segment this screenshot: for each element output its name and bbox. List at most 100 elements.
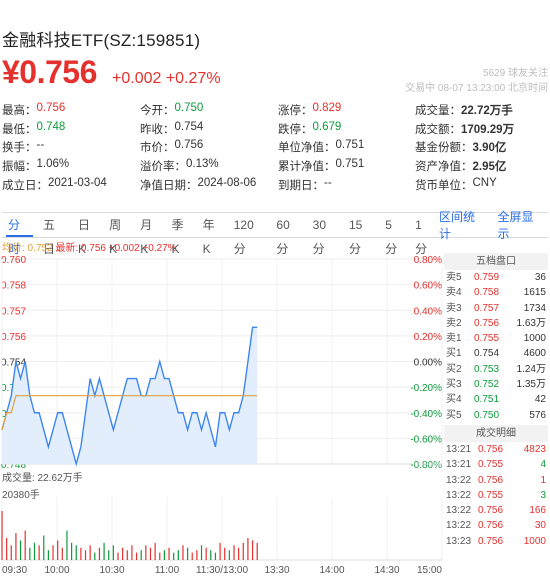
tab-period[interactable]: 年K bbox=[197, 213, 228, 256]
volume-bar bbox=[52, 545, 54, 560]
x-tick-label: 10:30 bbox=[99, 565, 124, 576]
tab-period[interactable]: 1分 bbox=[409, 213, 439, 256]
order-level: 买2 bbox=[446, 363, 462, 375]
fullscreen-button[interactable]: 全屏显示 bbox=[498, 208, 545, 242]
volume-bar bbox=[112, 545, 114, 560]
volume-bar bbox=[75, 545, 77, 560]
volume-bar bbox=[242, 542, 244, 560]
stat-value: 1709.29万 bbox=[461, 123, 515, 136]
order-price: 0.758 bbox=[474, 287, 500, 299]
tab-period[interactable]: 月K bbox=[134, 213, 165, 256]
order-price: 0.754 bbox=[474, 348, 500, 360]
order-volume: 4600 bbox=[523, 348, 546, 360]
stat-label: 成交额： bbox=[415, 123, 461, 136]
volume-bar bbox=[251, 540, 254, 560]
order-price: 0.756 bbox=[474, 317, 500, 329]
trade-list: 13:21 0.756 4823 13:21 0.755 4 13:22 0.756 1 13:2… bbox=[444, 442, 548, 549]
volume-bar bbox=[131, 545, 133, 560]
stat-label: 振幅： bbox=[2, 161, 37, 174]
trade-time: 13:22 bbox=[446, 489, 472, 501]
trade-price: 0.755 bbox=[478, 489, 504, 501]
volume-bar bbox=[149, 547, 152, 560]
stats-row: 最低： 0.748 昨收： 0.754 跌停： 0.679 成交额： 1709.29万 bbox=[2, 120, 548, 139]
tab-period[interactable]: 季K bbox=[165, 213, 196, 256]
volume-bar bbox=[233, 545, 235, 560]
orderbook-row: 买2 0.753 1.24万 bbox=[444, 362, 548, 377]
trade-time: 13:21 bbox=[446, 443, 472, 455]
tab-period[interactable]: 15分 bbox=[343, 213, 379, 256]
orderbook-row: 卖2 0.756 1.63万 bbox=[444, 316, 548, 331]
stat-label: 市价： bbox=[140, 142, 175, 155]
stat-value: 0.829 bbox=[312, 102, 342, 115]
tab-period[interactable]: 5分 bbox=[379, 213, 409, 256]
stat-label: 到期日： bbox=[278, 179, 324, 192]
pct-tick-label: 0.20% bbox=[414, 332, 442, 343]
intraday-chart[interactable]: 0.760 0.80% 0.758 0.60% 0.757 0.40% 0.756 0.20%… bbox=[0, 252, 444, 585]
stat-item: 成交额： 1709.29万 bbox=[415, 121, 548, 137]
volume-bar bbox=[19, 540, 22, 560]
y-tick-label: 0.758 bbox=[1, 281, 26, 292]
stat-item: 市价： 0.756 bbox=[140, 139, 278, 155]
order-level: 买1 bbox=[446, 348, 462, 360]
volume-bar bbox=[191, 552, 193, 560]
pct-tick-label: -0.80% bbox=[410, 460, 442, 471]
trade-time: 13:23 bbox=[446, 535, 472, 547]
stat-label: 今开： bbox=[140, 105, 175, 118]
volume-bar bbox=[33, 542, 36, 560]
order-volume: 1.24万 bbox=[516, 363, 546, 375]
tab-period[interactable]: 分时 bbox=[2, 213, 37, 256]
stat-item: 货币单位： CNY bbox=[415, 177, 548, 193]
order-price: 0.751 bbox=[474, 394, 500, 406]
stat-value: 0.756 bbox=[36, 102, 66, 115]
trade-volume: 4823 bbox=[523, 443, 546, 455]
stats-row: 最高： 0.756 今开： 0.750 涨停： 0.829 成交量： 22.72万手 bbox=[2, 101, 548, 120]
stat-label: 基金份额： bbox=[415, 142, 473, 155]
tab-period[interactable]: 120分 bbox=[228, 213, 271, 256]
trade-time: 13:22 bbox=[446, 505, 472, 517]
trade-price: 0.756 bbox=[478, 535, 504, 547]
follower-count: 5629 球友关注 bbox=[482, 68, 548, 79]
tab-period[interactable]: 30分 bbox=[307, 213, 343, 256]
trade-row: 13:23 0.756 1000 bbox=[444, 534, 548, 549]
order-level: 卖2 bbox=[446, 317, 462, 329]
y-tick-label: 0.754 bbox=[1, 358, 26, 369]
stat-value: 0.751 bbox=[335, 158, 365, 171]
volume-bar bbox=[43, 535, 45, 560]
volume-bar bbox=[247, 537, 249, 560]
order-price: 0.757 bbox=[474, 302, 500, 314]
volume-bar bbox=[219, 542, 221, 560]
tab-period[interactable]: 周K bbox=[103, 213, 134, 256]
tab-period[interactable]: 60分 bbox=[270, 213, 306, 256]
pct-tick-label: 0.40% bbox=[414, 306, 442, 317]
pct-tick-label: 0.60% bbox=[414, 281, 442, 292]
stat-item: 成交量： 22.72万手 bbox=[415, 102, 548, 118]
orderbook-row: 买5 0.750 576 bbox=[444, 408, 548, 423]
stat-item: 涨停： 0.829 bbox=[278, 102, 415, 118]
current-price: ¥0.756 bbox=[2, 54, 97, 90]
stat-item: 跌停： 0.679 bbox=[278, 121, 415, 137]
volume-bar bbox=[168, 547, 170, 560]
period-tabs: 分时 五日 日K 周K 月K 季K 年K 120分 60分 30分 15分 5分 1分 区间统计 全屏显… bbox=[2, 210, 548, 256]
x-tick-label: 15:00 bbox=[417, 565, 442, 576]
stat-item: 成立日： 2021-03-04 bbox=[2, 177, 140, 193]
stat-label: 换手： bbox=[2, 142, 37, 155]
volume-bar bbox=[89, 545, 91, 560]
tab-period[interactable]: 日K bbox=[72, 213, 103, 256]
market-meta: 5629 球友关注 交易中 08-07 13:23:00 北京时间 bbox=[405, 66, 548, 96]
stat-value: 0.750 bbox=[174, 102, 204, 115]
volume-bar bbox=[154, 542, 156, 560]
volume-bar bbox=[10, 545, 12, 560]
volume-bar bbox=[256, 542, 258, 560]
tab-period[interactable]: 五日 bbox=[37, 213, 72, 256]
volume-bar bbox=[159, 552, 161, 560]
volume-bar bbox=[57, 540, 59, 560]
orderbook-row: 卖3 0.757 1734 bbox=[444, 301, 548, 316]
volume-bar bbox=[173, 552, 175, 560]
orderbook-row: 卖5 0.759 36 bbox=[444, 270, 548, 285]
range-stats-button[interactable]: 区间统计 bbox=[439, 208, 486, 242]
volume-bar bbox=[214, 552, 217, 560]
volume-bar bbox=[98, 547, 101, 560]
volume-bar bbox=[210, 550, 212, 560]
stat-value: -- bbox=[324, 176, 332, 189]
volume-bar bbox=[224, 547, 226, 560]
